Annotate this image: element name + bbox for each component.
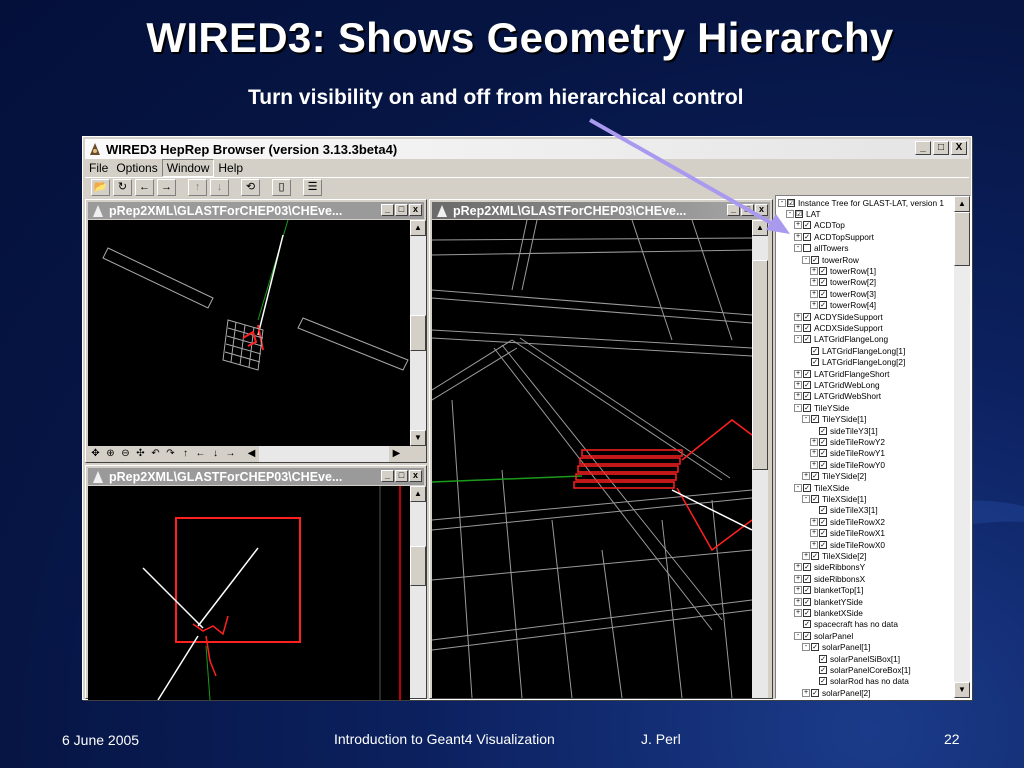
page-number: 22 <box>944 731 960 747</box>
callout-arrow <box>589 118 790 234</box>
footer-title: Introduction to Geant4 Visualization <box>334 731 555 747</box>
footer-date: 6 June 2005 <box>62 732 140 748</box>
footer-author: J. Perl <box>641 731 681 747</box>
